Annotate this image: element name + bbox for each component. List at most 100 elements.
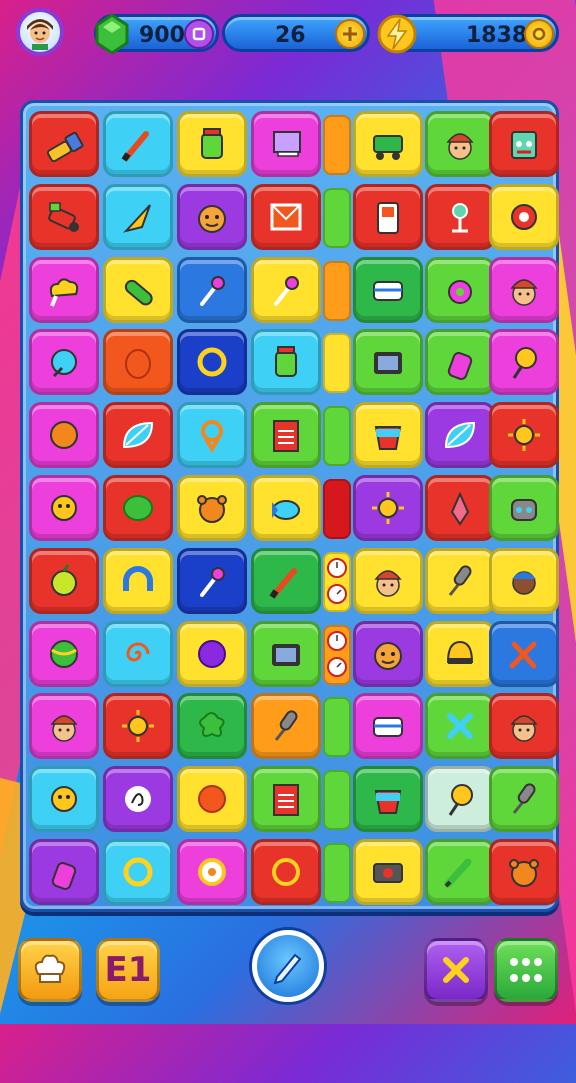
tools-icon: [509, 641, 537, 669]
tile-r8-c3[interactable]: [177, 620, 247, 687]
tile-r9-c3[interactable]: [177, 693, 247, 760]
tile-r4-c2[interactable]: [103, 329, 173, 396]
tile-r8-c1[interactable]: [29, 620, 99, 687]
tile-r3-c3[interactable]: [177, 256, 247, 323]
add-energy-button[interactable]: [335, 19, 365, 49]
tile-r10-c1[interactable]: [29, 766, 99, 833]
tile-r3-c4[interactable]: [251, 256, 321, 323]
tile-r7-c2[interactable]: [103, 547, 173, 614]
tile-r5-c8[interactable]: [489, 402, 559, 469]
tile-r9-c6[interactable]: [353, 693, 423, 760]
tile-r4-c3[interactable]: [177, 329, 247, 396]
tile-r6-c7[interactable]: [425, 475, 495, 541]
tile-r3-c7[interactable]: [425, 256, 495, 323]
brush-icon: [121, 131, 149, 162]
tile-r5-c7[interactable]: [425, 402, 495, 469]
tile-r10-c3[interactable]: [177, 766, 247, 833]
chef-button[interactable]: [18, 938, 82, 1002]
player-avatar[interactable]: [16, 8, 64, 56]
pin-icon: [200, 275, 225, 306]
tile-r6-c3[interactable]: [177, 475, 247, 541]
tile-r8-c4[interactable]: [251, 620, 321, 687]
tile-r6-c2[interactable]: [103, 475, 173, 541]
tile-r9-c8[interactable]: [489, 693, 559, 760]
tile-r11-c7[interactable]: [425, 839, 495, 905]
tile-r8-c2[interactable]: [103, 620, 173, 687]
tile-r9-c7[interactable]: [425, 693, 495, 760]
tile-r10-c7[interactable]: [425, 766, 495, 833]
tile-r6-c1[interactable]: [29, 475, 99, 541]
tile-r11-c3[interactable]: [177, 839, 247, 905]
tile-r3-c8[interactable]: [489, 256, 559, 323]
tile-r6-c4[interactable]: [251, 475, 321, 541]
bear-icon: [509, 859, 539, 887]
tile-r5-c6[interactable]: [353, 402, 423, 469]
tile-r7-c4[interactable]: [251, 547, 321, 614]
level-button[interactable]: E1: [96, 938, 160, 1002]
tile-r2-c4[interactable]: [251, 183, 321, 250]
tile-r6-c6[interactable]: [353, 475, 423, 541]
cross-button[interactable]: [424, 938, 488, 1002]
tile-r9-c1[interactable]: [29, 693, 99, 760]
tile-r5-c1[interactable]: [29, 402, 99, 469]
tile-r11-c1[interactable]: [29, 839, 99, 905]
tile-r6-c8[interactable]: [489, 475, 559, 541]
tile-r1-c6[interactable]: [353, 111, 423, 177]
tile-r11-c4[interactable]: [251, 839, 321, 905]
tile-r8-c8[interactable]: [489, 620, 559, 687]
game-board: [20, 100, 559, 912]
tile-r10-c6[interactable]: [353, 766, 423, 833]
tile-r10-c4[interactable]: [251, 766, 321, 833]
tile-r4-c4[interactable]: [251, 329, 321, 396]
grid-button[interactable]: [494, 938, 558, 1002]
tile-r11-c8[interactable]: [489, 839, 559, 905]
tile-r4-c1[interactable]: [29, 329, 99, 396]
tile-r10-c8[interactable]: [489, 766, 559, 833]
tile-r3-c2[interactable]: [103, 256, 173, 323]
tile-r2-c6[interactable]: [353, 183, 423, 250]
tile-r1-c2[interactable]: [103, 111, 173, 177]
bear-icon: [197, 495, 227, 523]
tile-r11-c6[interactable]: [353, 839, 423, 905]
tile-r7-c6[interactable]: [353, 547, 423, 614]
tile-r11-c2[interactable]: [103, 839, 173, 905]
tile-r1-c1[interactable]: [29, 111, 99, 177]
tile-r2-c7[interactable]: [425, 183, 495, 250]
rocket-icon: [450, 491, 470, 526]
tile-r3-c1[interactable]: [29, 256, 99, 323]
add-gems-button[interactable]: [184, 19, 214, 49]
tile-r5-c4[interactable]: [251, 402, 321, 469]
tile-r7-c8[interactable]: [489, 547, 559, 614]
tile-r4-c6[interactable]: [353, 329, 423, 396]
tile-r4-c7[interactable]: [425, 329, 495, 396]
tile-r3-c6[interactable]: [353, 256, 423, 323]
tile-r2-c2[interactable]: [103, 183, 173, 250]
face-hat-icon: [50, 715, 78, 743]
tile-r8-c6[interactable]: [353, 620, 423, 687]
tile-r4-c8[interactable]: [489, 329, 559, 396]
tile-r1-c7[interactable]: [425, 111, 495, 177]
bar-slot: [323, 479, 351, 539]
tile-r2-c8[interactable]: [489, 183, 559, 250]
flower-icon: [198, 858, 226, 886]
plus-square-icon: [192, 27, 206, 41]
tile-r1-c4[interactable]: [251, 111, 321, 177]
center-action-button[interactable]: [252, 930, 324, 1002]
clock-icon: [327, 630, 347, 677]
tile-r9-c4[interactable]: [251, 693, 321, 760]
tile-r5-c2[interactable]: [103, 402, 173, 469]
tile-r1-c8[interactable]: [489, 111, 559, 177]
tile-r1-c3[interactable]: [177, 111, 247, 177]
tile-r10-c2[interactable]: [103, 766, 173, 833]
bar-slot: [323, 333, 351, 394]
tile-r8-c7[interactable]: [425, 620, 495, 687]
tile-r5-c3[interactable]: [177, 402, 247, 469]
tile-r2-c3[interactable]: [177, 183, 247, 250]
score-coin-button[interactable]: [524, 19, 554, 49]
lamp-icon: [452, 202, 468, 233]
tile-r7-c1[interactable]: [29, 547, 99, 614]
tile-r2-c1[interactable]: [29, 183, 99, 250]
tile-r9-c2[interactable]: [103, 693, 173, 760]
tile-r7-c7[interactable]: [425, 547, 495, 614]
tile-r7-c3[interactable]: [177, 547, 247, 614]
